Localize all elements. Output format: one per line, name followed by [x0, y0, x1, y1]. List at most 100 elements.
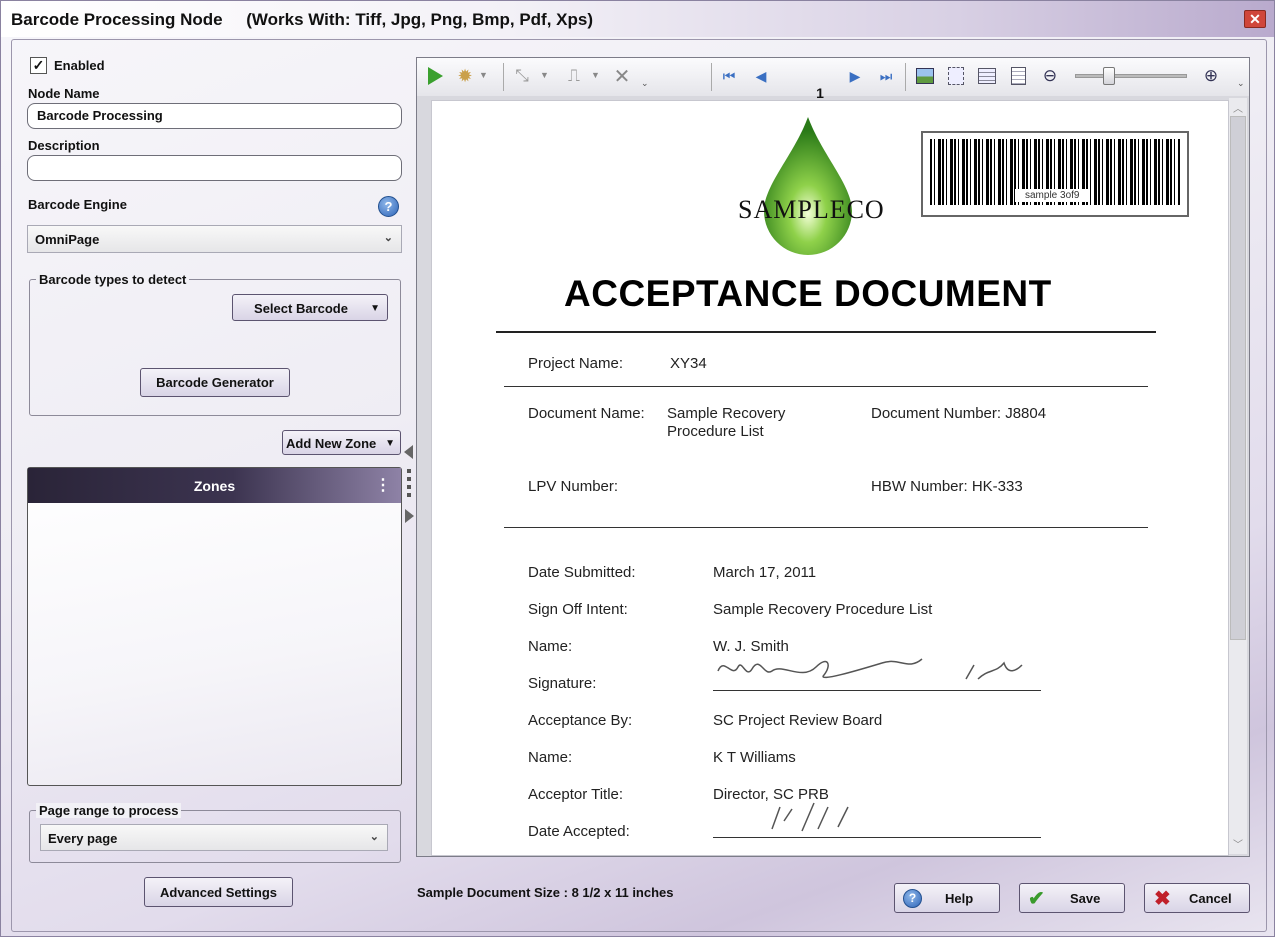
- close-icon[interactable]: ✕: [1244, 10, 1266, 28]
- previous-page-icon[interactable]: ◀: [749, 64, 773, 88]
- zoom-slider-thumb[interactable]: [1103, 67, 1115, 85]
- field-value: March 17, 2011: [713, 564, 817, 581]
- actual-size-icon[interactable]: [1006, 64, 1030, 88]
- description-label: Description: [28, 138, 100, 153]
- field-label: Sign Off Intent:: [528, 601, 628, 618]
- toolbar-separator: [503, 63, 504, 91]
- resize-arrows-icon[interactable]: ⤡: [510, 64, 534, 88]
- overflow-icon[interactable]: ⌄: [1237, 78, 1245, 89]
- enabled-label: Enabled: [54, 58, 105, 73]
- scrollbar-thumb[interactable]: [1230, 116, 1246, 640]
- divider: [504, 527, 1148, 528]
- document-name-label: Document Name:: [528, 405, 645, 422]
- barcode-engine-value: OmniPage: [35, 232, 100, 247]
- chevron-down-icon[interactable]: ▼: [479, 70, 488, 80]
- document-name-value-2: Procedure List: [667, 423, 764, 440]
- page-current: 1: [816, 85, 824, 101]
- field-value: K T Williams: [713, 749, 796, 766]
- stamp-icon[interactable]: ⎍: [562, 64, 586, 88]
- select-barcode-button[interactable]: Select Barcode ▼: [232, 294, 388, 321]
- handwritten-signature: [712, 641, 1042, 694]
- page-range-select[interactable]: Every page ⌄: [40, 824, 388, 851]
- zoom-out-icon[interactable]: ⊖: [1038, 64, 1062, 88]
- cancel-button[interactable]: ✖ Cancel: [1144, 883, 1250, 913]
- gear-icon[interactable]: ✹: [453, 64, 477, 88]
- barcode-image: sample 3of9: [921, 131, 1189, 217]
- enabled-checkbox[interactable]: ✓: [30, 57, 47, 74]
- next-page-icon[interactable]: ▶: [843, 64, 867, 88]
- select-barcode-label: Select Barcode: [254, 301, 348, 316]
- field-label: Name:: [528, 638, 573, 655]
- expand-right-arrow-icon[interactable]: [405, 509, 414, 523]
- overflow-icon[interactable]: ⌄: [641, 78, 649, 89]
- chevron-down-icon[interactable]: ▼: [591, 70, 600, 80]
- add-new-zone-button[interactable]: Add New Zone ▼: [282, 430, 401, 455]
- toolbar-separator: [905, 63, 906, 91]
- document-name-value: Sample Recovery: [667, 405, 786, 422]
- zoom-slider[interactable]: [1075, 67, 1187, 85]
- viewer-toolbar: ✹ ▼ ⤡ ▼ ⎍ ▼ ✕ ⌄ ⏮ ◀ 1 / 1 ▶ ⏭: [417, 58, 1249, 133]
- fit-width-icon[interactable]: [975, 64, 999, 88]
- field-label: Signature:: [528, 675, 597, 692]
- project-name-label: Project Name:: [528, 355, 624, 372]
- lpv-number-label: LPV Number:: [528, 478, 619, 495]
- add-new-zone-label: Add New Zone: [286, 436, 377, 451]
- node-name-input[interactable]: Barcode Processing: [27, 103, 402, 129]
- page-range-value: Every page: [48, 831, 118, 846]
- barcode-caption: sample 3of9: [1015, 189, 1090, 202]
- document-heading: ACCEPTANCE DOCUMENT: [564, 273, 1052, 314]
- field-value: SC Project Review Board: [713, 712, 883, 729]
- scroll-down-arrow-icon[interactable]: ﹀: [1233, 836, 1243, 851]
- document-number: Document Number: J8804: [871, 405, 1047, 422]
- sample-document-size: Sample Document Size : 8 1/2 x 11 inches: [417, 885, 674, 900]
- zones-title: Zones: [193, 478, 236, 494]
- help-button[interactable]: ? Help: [894, 883, 1000, 913]
- hbw-number: HBW Number: HK-333: [871, 478, 1023, 495]
- play-icon[interactable]: [423, 64, 447, 88]
- delete-x-icon[interactable]: ✕: [610, 64, 634, 88]
- zoom-in-icon[interactable]: ⊕: [1199, 64, 1223, 88]
- x-cancel-icon: ✖: [1154, 888, 1171, 910]
- title-bar: Barcode Processing Node (Works With: Tif…: [1, 1, 1274, 37]
- description-input[interactable]: [27, 155, 402, 181]
- chevron-down-icon: ⌄: [369, 831, 379, 843]
- company-name: SAMPLECO: [738, 195, 885, 224]
- handwritten-date: [762, 799, 882, 842]
- fit-page-icon[interactable]: [944, 64, 968, 88]
- project-name-value: XY34: [670, 355, 707, 372]
- chevron-down-icon[interactable]: ▼: [540, 70, 549, 80]
- vertical-scrollbar[interactable]: ︿ ﹀: [1229, 98, 1247, 854]
- toolbar-separator: [711, 63, 712, 91]
- scroll-up-arrow-icon[interactable]: ︿: [1233, 100, 1243, 115]
- first-page-icon[interactable]: ⏮: [717, 64, 741, 88]
- node-name-label: Node Name: [28, 86, 100, 101]
- image-icon[interactable]: [913, 64, 937, 88]
- dialog-window: Barcode Processing Node (Works With: Tif…: [0, 0, 1275, 937]
- save-button[interactable]: ✔ Save: [1019, 883, 1125, 913]
- triangle-down-icon: ▼: [385, 438, 395, 449]
- help-circle-icon: ?: [903, 889, 922, 908]
- chevron-down-icon: ⌄: [383, 232, 393, 244]
- checkmark-icon: ✔: [1028, 888, 1045, 910]
- barcode-engine-select[interactable]: OmniPage ⌄: [27, 225, 402, 253]
- barcode-generator-button[interactable]: Barcode Generator: [140, 368, 290, 397]
- zones-panel: Zones ⋮: [27, 467, 402, 786]
- help-label: Help: [945, 891, 974, 906]
- more-vertical-icon[interactable]: ⋮: [375, 468, 391, 504]
- help-question-icon[interactable]: ?: [378, 196, 399, 217]
- cancel-label: Cancel: [1189, 891, 1232, 906]
- divider: [504, 386, 1148, 387]
- field-label: Name:: [528, 749, 573, 766]
- barcode-types-title: Barcode types to detect: [36, 272, 190, 287]
- field-label: Date Accepted:: [528, 823, 630, 840]
- logo-drop-icon: [762, 115, 854, 255]
- collapse-left-arrow-icon[interactable]: [404, 445, 413, 459]
- zones-header: Zones ⋮: [28, 468, 401, 503]
- document-page: SAMPLECO sample 3of9 ACCEPTANCE DOCUMENT…: [431, 100, 1229, 856]
- last-page-icon[interactable]: ⏭: [874, 64, 898, 88]
- advanced-settings-button[interactable]: Advanced Settings: [144, 877, 293, 907]
- field-label: Acceptor Title:: [528, 786, 624, 803]
- splitter-grip[interactable]: [407, 469, 411, 501]
- page-range-title: Page range to process: [36, 803, 182, 818]
- field-label: Date Submitted:: [528, 564, 636, 581]
